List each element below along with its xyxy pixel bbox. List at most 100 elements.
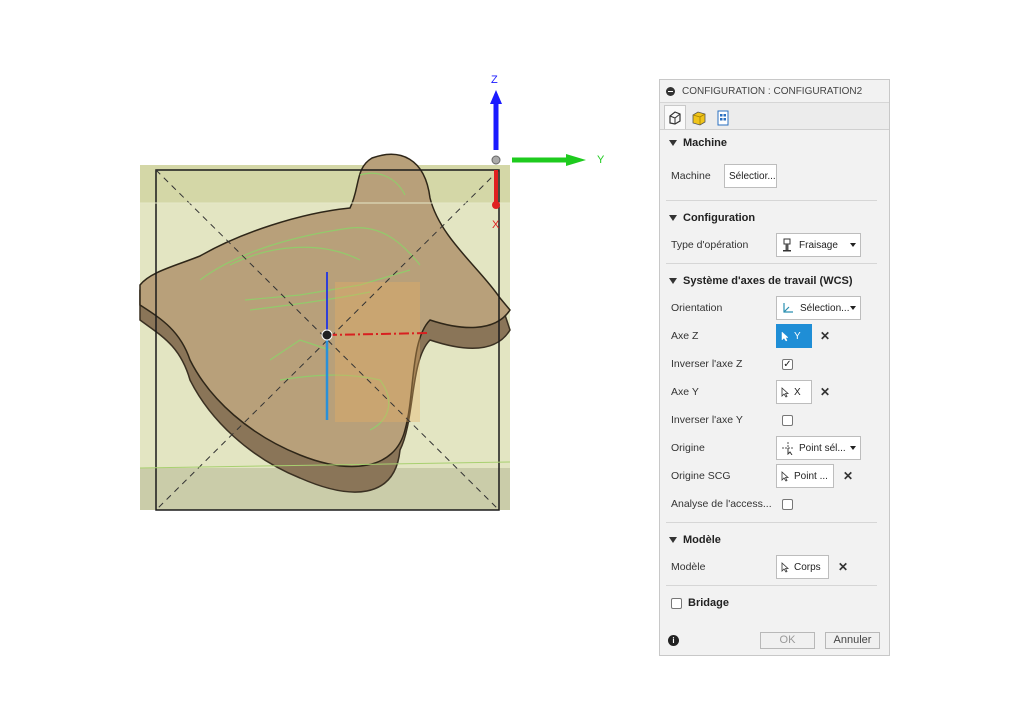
origin-scg-select-button[interactable]: Point ... [776, 464, 834, 488]
axis-z-value: Y [794, 330, 801, 342]
divider [666, 585, 877, 586]
orientation-axes-icon [783, 303, 793, 313]
chevron-down-icon [850, 306, 856, 310]
origin-label: Origine [671, 442, 705, 454]
section-machine-header[interactable]: Machine [660, 130, 889, 156]
clear-model-icon[interactable]: ✕ [838, 560, 848, 574]
model-value: Corps [794, 561, 821, 573]
origin-dropdown[interactable]: Point sél... [776, 436, 861, 460]
ok-button[interactable]: OK [760, 631, 815, 649]
expand-triangle-icon [669, 278, 677, 284]
3d-viewport[interactable]: Z Y X [0, 0, 650, 709]
stock-tab-icon [692, 111, 706, 126]
axis-z-row: Axe Z Y ✕ [660, 322, 889, 350]
operation-type-value: Fraisage [799, 239, 838, 251]
machine-row: Machine Sélectior... [660, 156, 889, 196]
cancel-button-label: Annuler [833, 634, 872, 646]
section-title: Configuration [683, 212, 756, 224]
setup-tab[interactable] [664, 105, 686, 129]
origin-scg-value: Point ... [794, 470, 828, 482]
global-origin [491, 155, 501, 165]
section-title: Bridage [688, 597, 729, 609]
global-y-arrow [566, 154, 586, 166]
invert-y-checkbox[interactable] [782, 414, 793, 426]
axis-y-label: Axe Y [671, 386, 699, 398]
ok-button-label: OK [779, 634, 796, 646]
orientation-label: Orientation [671, 302, 723, 314]
orientation-row: Orientation Sélection... [660, 294, 889, 322]
chevron-down-icon [850, 243, 856, 247]
machine-select-button[interactable]: Sélectior... [724, 164, 777, 188]
post-process-tab-icon [717, 110, 729, 126]
section-title: Système d'axes de travail (WCS) [683, 275, 853, 287]
z-axis-label: Z [491, 74, 498, 86]
cancel-button[interactable]: Annuler [825, 631, 880, 649]
axis-z-label: Axe Z [671, 330, 699, 342]
invert-z-row: Inverser l'axe Z ✓ [660, 350, 889, 378]
access-analysis-label: Analyse de l'access... [671, 498, 772, 510]
section-wcs-header[interactable]: Système d'axes de travail (WCS) [660, 268, 889, 294]
panel-tabs [660, 103, 889, 130]
origin-scg-row: Origine SCG Point ... ✕ [660, 462, 889, 490]
access-analysis-checkbox[interactable] [782, 498, 793, 510]
panel-footer: i OK Annuler [660, 625, 889, 655]
chevron-down-icon [850, 446, 856, 450]
info-icon[interactable]: i [668, 634, 679, 646]
orientation-value: Sélection... [800, 302, 850, 314]
invert-y-row: Inverser l'axe Y [660, 406, 889, 434]
origin-scg-label: Origine SCG [671, 470, 731, 482]
origin-value: Point sél... [799, 442, 846, 454]
origin-row: Origine Point sél... [660, 434, 889, 462]
clear-origin-scg-icon[interactable]: ✕ [843, 469, 853, 483]
divider [666, 522, 877, 523]
axis-y-row: Axe Y X ✕ [660, 378, 889, 406]
access-analysis-row: Analyse de l'access... [660, 490, 889, 518]
operation-type-row: Type d'opération Fraisage [660, 231, 889, 259]
axis-z-select-button[interactable]: Y [776, 324, 812, 348]
invert-y-label: Inverser l'axe Y [671, 414, 743, 426]
axis-y-select-button[interactable]: X [776, 380, 812, 404]
axis-y-value: X [794, 386, 801, 398]
post-process-tab[interactable] [712, 107, 734, 129]
machine-label: Machine [671, 170, 711, 182]
machine-button-label: Sélectior... [729, 170, 776, 182]
operation-type-dropdown[interactable]: Fraisage [776, 233, 861, 257]
divider [666, 263, 877, 264]
point-origin-icon [782, 442, 794, 455]
cursor-arrow-icon [781, 561, 790, 573]
panel-title: CONFIGURATION : CONFIGURATION2 [682, 85, 863, 97]
section-title: Machine [683, 137, 728, 149]
expand-triangle-icon [669, 140, 677, 146]
stock-tab[interactable] [688, 107, 710, 129]
expand-triangle-icon [669, 215, 677, 221]
collapse-icon[interactable] [666, 86, 675, 96]
cursor-arrow-icon [781, 470, 790, 482]
x-axis-label: X [492, 219, 500, 231]
setup-tab-icon [669, 110, 681, 125]
global-z-arrow [490, 90, 502, 104]
section-model-header[interactable]: Modèle [660, 527, 889, 553]
clear-axis-y-icon[interactable]: ✕ [820, 385, 830, 399]
wcs-origin[interactable] [321, 329, 333, 341]
clear-axis-z-icon[interactable]: ✕ [820, 329, 830, 343]
clamping-checkbox[interactable] [671, 597, 682, 609]
operation-type-label: Type d'opération [671, 239, 749, 251]
section-clamping-header[interactable]: Bridage [660, 590, 889, 616]
orientation-dropdown[interactable]: Sélection... [776, 296, 861, 320]
y-axis-label: Y [597, 154, 605, 166]
panel-header: CONFIGURATION : CONFIGURATION2 [660, 80, 889, 103]
expand-triangle-icon [669, 537, 677, 543]
divider [666, 200, 877, 201]
invert-z-label: Inverser l'axe Z [671, 358, 743, 370]
global-x-tip [492, 201, 500, 209]
setup-panel: CONFIGURATION : CONFIGURATION2 Machine M… [659, 79, 890, 656]
model-label: Modèle [671, 561, 706, 573]
section-title: Modèle [683, 534, 721, 546]
highlight-patch [335, 282, 420, 422]
milling-icon [783, 238, 791, 252]
section-configuration-header[interactable]: Configuration [660, 205, 889, 231]
model-select-button[interactable]: Corps [776, 555, 829, 579]
model-row: Modèle Corps ✕ [660, 553, 889, 581]
invert-z-checkbox[interactable]: ✓ [782, 358, 793, 370]
cursor-arrow-icon [781, 330, 789, 341]
